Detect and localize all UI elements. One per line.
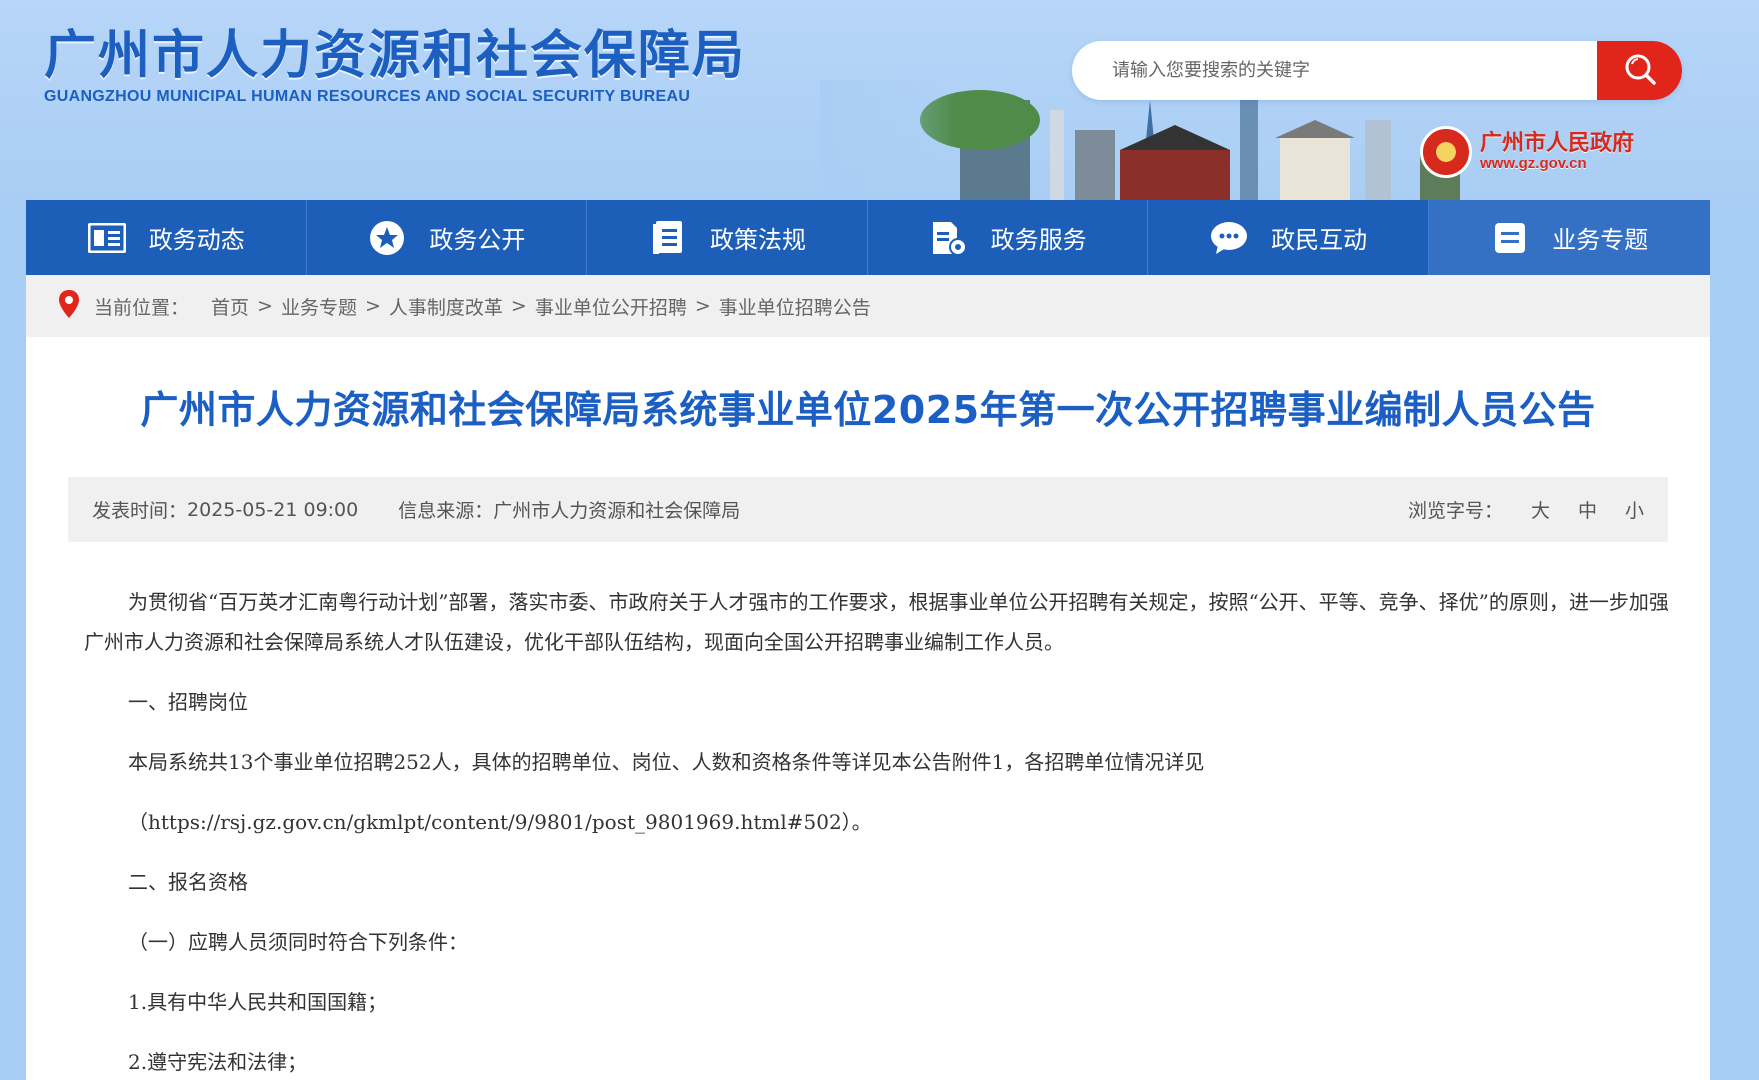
nav-item-interaction[interactable]: 政民互动	[1148, 200, 1429, 275]
article-paragraph: 本局系统共13个事业单位招聘252人，具体的招聘单位、岗位、人数和资格条件等详见…	[128, 750, 1205, 774]
article-paragraph: （一）应聘人员须同时符合下列条件：	[128, 930, 468, 954]
section-heading: 一、招聘岗位	[128, 690, 248, 714]
nav-item-label: 政策法规	[709, 226, 806, 254]
location-pin-icon	[58, 289, 80, 324]
site-logo-english[interactable]: GUANGZHOU MUNICIPAL HUMAN RESOURCES AND …	[44, 88, 690, 106]
article-container: 广州市人力资源和社会保障局系统事业单位2025年第一次公开招聘事业编制人员公告 …	[26, 337, 1710, 1080]
breadcrumb: 当前位置： 首页 > 业务专题 > 人事制度改革 > 事业单位公开招聘 > 事业…	[26, 275, 1710, 337]
breadcrumb-separator: >	[510, 295, 527, 317]
font-size-large-button[interactable]: 大	[1531, 496, 1550, 523]
document-settings-icon	[929, 218, 969, 258]
search-button[interactable]	[1597, 41, 1682, 100]
search-bar	[1072, 41, 1682, 100]
breadcrumb-separator: >	[694, 295, 711, 317]
article-paragraph: 为贯彻省“百万英才汇南粤行动计划”部署，落实市委、市政府关于人才强市的工作要求，…	[84, 590, 1669, 654]
article-body: 为贯彻省“百万英才汇南粤行动计划”部署，落实市委、市政府关于人才强市的工作要求，…	[84, 582, 1684, 1080]
nav-item-services[interactable]: 政务服务	[868, 200, 1149, 275]
chat-bubble-icon	[1209, 218, 1249, 258]
font-size-label: 浏览字号：	[1407, 500, 1503, 522]
date-label: 发表时间：	[92, 500, 188, 522]
breadcrumb-separator: >	[364, 295, 381, 317]
article-paragraph: 2.遵守宪法和法律；	[128, 1050, 308, 1074]
source-label: 信息来源：	[398, 500, 494, 522]
gov-name: 广州市人民政府	[1480, 130, 1635, 156]
nav-item-label: 政务服务	[990, 226, 1087, 254]
article-title: 广州市人力资源和社会保障局系统事业单位2025年第一次公开招聘事业编制人员公告	[140, 388, 1596, 432]
nav-item-label: 业务专题	[1552, 226, 1649, 254]
star-icon	[367, 218, 407, 258]
breadcrumb-link-personnel-reform[interactable]: 人事制度改革	[389, 293, 503, 320]
info-source: 广州市人力资源和社会保障局	[493, 500, 741, 522]
nav-item-policy[interactable]: 政策法规	[587, 200, 868, 275]
search-input[interactable]	[1072, 41, 1597, 100]
breadcrumb-link-recruitment-notices[interactable]: 事业单位招聘公告	[719, 293, 871, 320]
section-heading: 二、报名资格	[128, 870, 248, 894]
document-list-icon	[648, 218, 688, 258]
font-size-controls: 浏览字号： 大 中 小	[1408, 496, 1644, 523]
nav-item-label: 政民互动	[1271, 226, 1368, 254]
article-paragraph: 1.具有中华人民共和国国籍；	[128, 990, 388, 1014]
main-nav: 政务动态 政务公开 政策法规 政务服务 政民互动 业务专题	[26, 200, 1710, 275]
breadcrumb-link-topics[interactable]: 业务专题	[281, 293, 357, 320]
gz-government-link[interactable]: 广州市人民政府 www.gz.gov.cn	[1420, 126, 1634, 178]
nav-item-open-gov[interactable]: 政务公开	[307, 200, 588, 275]
publish-date: 2025-05-21 09:00	[187, 498, 359, 521]
breadcrumb-separator: >	[257, 295, 273, 317]
breadcrumb-link-home[interactable]: 首页	[211, 293, 249, 320]
article-link[interactable]: （https://rsj.gz.gov.cn/gkmlpt/content/9/…	[84, 802, 1684, 842]
breadcrumb-link-public-recruitment[interactable]: 事业单位公开招聘	[535, 293, 687, 320]
font-size-small-button[interactable]: 小	[1625, 496, 1644, 523]
site-logo-chinese[interactable]: 广州市人力资源和社会保障局	[44, 24, 746, 88]
breadcrumb-label: 当前位置：	[94, 296, 190, 319]
nav-item-label: 政务动态	[148, 226, 245, 254]
nav-item-news[interactable]: 政务动态	[26, 200, 307, 275]
newspaper-icon	[87, 218, 127, 258]
list-icon	[1490, 218, 1530, 258]
gov-url: www.gz.gov.cn	[1480, 154, 1587, 172]
font-size-medium-button[interactable]: 中	[1578, 496, 1597, 523]
government-emblem-icon	[1420, 126, 1472, 178]
nav-item-topics[interactable]: 业务专题	[1428, 200, 1710, 275]
search-icon	[1620, 49, 1660, 92]
article-meta-bar: 发表时间： 2025-05-21 09:00 信息来源： 广州市人力资源和社会保…	[68, 477, 1668, 542]
nav-item-label: 政务公开	[429, 226, 526, 254]
site-header: 广州市人力资源和社会保障局 GUANGZHOU MUNICIPAL HUMAN …	[0, 0, 1759, 200]
